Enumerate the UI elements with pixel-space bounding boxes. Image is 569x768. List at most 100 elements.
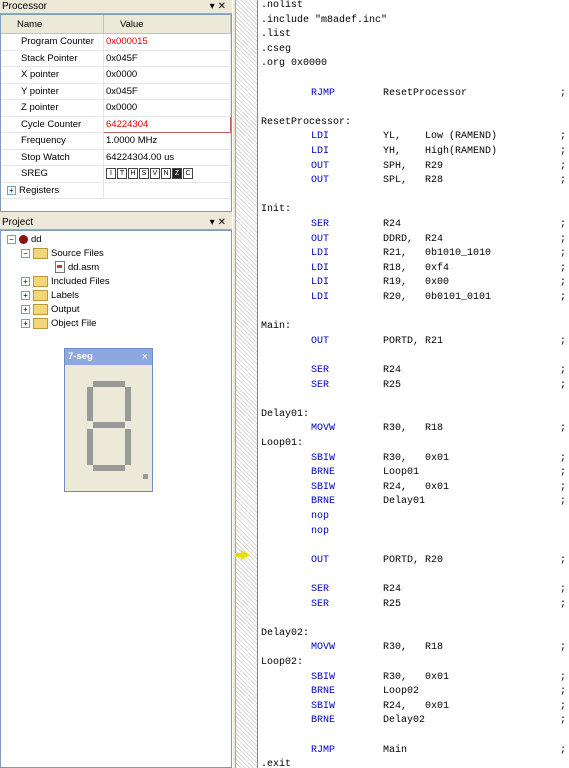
- processor-row[interactable]: Stack Pointer 0x045F: [1, 50, 231, 67]
- processor-row[interactable]: + Registers: [1, 182, 231, 199]
- code-line[interactable]: OUT PORTD, R21;: [261, 335, 566, 349]
- code-line[interactable]: LDI R21, 0b1010_1010;: [261, 247, 566, 261]
- code-line-label[interactable]: Main:: [261, 320, 291, 334]
- processor-row-value[interactable]: 0x0000: [103, 99, 231, 117]
- code-line[interactable]: BRNE Loop01;: [261, 466, 566, 480]
- tree-item-output[interactable]: + Output: [21, 303, 80, 317]
- code-line-label[interactable]: ResetProcessor:: [261, 116, 351, 130]
- code-line[interactable]: BRNE Delay02;: [261, 714, 566, 728]
- code-line[interactable]: nop: [261, 510, 566, 524]
- tree-item-file[interactable]: dd.asm: [55, 261, 99, 275]
- expand-icon[interactable]: +: [21, 276, 30, 286]
- code-line-label[interactable]: .nolist: [261, 0, 303, 13]
- code-line[interactable]: OUT DDRD, R24;: [261, 233, 566, 247]
- processor-row[interactable]: X pointer 0x0000: [1, 66, 231, 84]
- tree-item-included-files[interactable]: + Included Files: [21, 275, 110, 289]
- code-comment-marker: ;: [560, 365, 567, 376]
- expand-icon[interactable]: +: [7, 185, 16, 195]
- processor-row-value[interactable]: 0x0000: [103, 66, 231, 84]
- code-line[interactable]: OUT SPL, R28;: [261, 174, 566, 188]
- code-line-label[interactable]: .list: [261, 28, 291, 42]
- processor-row-name: Program Counter: [1, 33, 104, 51]
- code-line-label[interactable]: .cseg: [261, 43, 291, 57]
- code-line[interactable]: SER R24;: [261, 218, 566, 232]
- sreg-flag[interactable]: T: [117, 168, 127, 180]
- sreg-flags[interactable]: ITHSVNZC: [103, 165, 231, 183]
- code-line[interactable]: nop: [261, 525, 566, 539]
- processor-row[interactable]: Stop Watch 64224304.00 us: [1, 149, 231, 166]
- processor-row[interactable]: Frequency 1.0000 MHz: [1, 132, 231, 150]
- code-line[interactable]: LDI R19, 0x00;: [261, 276, 566, 290]
- sreg-flag[interactable]: V: [150, 168, 160, 180]
- tree-item-labels[interactable]: + Labels: [21, 289, 79, 303]
- tree-label-labels: Labels: [51, 290, 79, 301]
- processor-row-value[interactable]: 64224304.00 us: [103, 149, 231, 166]
- seven-segment-titlebar[interactable]: 7-seg ×: [65, 349, 152, 365]
- column-header-value[interactable]: Value: [103, 15, 231, 34]
- processor-row[interactable]: Program Counter 0x000015: [1, 33, 231, 51]
- sreg-flag[interactable]: S: [139, 168, 149, 180]
- chevron-down-icon[interactable]: ▾: [210, 217, 218, 228]
- processor-row[interactable]: Z pointer 0x0000: [1, 99, 231, 117]
- expand-icon[interactable]: +: [21, 318, 30, 328]
- processor-row[interactable]: Y pointer 0x045F: [1, 83, 231, 100]
- sreg-flag[interactable]: I: [106, 168, 116, 180]
- expand-icon[interactable]: +: [21, 290, 30, 300]
- processor-row-value[interactable]: 64224304: [103, 115, 231, 133]
- code-line[interactable]: SER R25;: [261, 379, 566, 393]
- code-line-label[interactable]: Delay01:: [261, 408, 309, 422]
- code-line-label[interactable]: .org 0x0000: [261, 57, 327, 71]
- chevron-down-icon[interactable]: ▾: [210, 1, 218, 12]
- expand-icon[interactable]: +: [21, 304, 30, 314]
- processor-row[interactable]: SREG I T H S V N Z C: [1, 165, 231, 183]
- code-line[interactable]: LDI YL, Low (RAMEND);: [261, 130, 566, 144]
- tree-item-source-files[interactable]: − Source Files: [21, 247, 104, 261]
- code-line[interactable]: SBIW R30, 0x01;: [261, 452, 566, 466]
- code-line[interactable]: LDI R20, 0b0101_0101;: [261, 291, 566, 305]
- code-line[interactable]: MOVW R30, R18;: [261, 422, 566, 436]
- sreg-flag[interactable]: N: [161, 168, 171, 180]
- code-line[interactable]: BRNE Loop02;: [261, 685, 566, 699]
- code-comment-marker: ;: [560, 277, 567, 289]
- close-icon[interactable]: ✕: [218, 1, 229, 12]
- sreg-flag[interactable]: Z: [172, 168, 182, 180]
- code-line[interactable]: SER R25;: [261, 598, 566, 612]
- code-line[interactable]: RJMP Main;: [261, 744, 566, 758]
- code-line-label[interactable]: Init:: [261, 203, 291, 217]
- code-line[interactable]: SER R24;: [261, 364, 566, 378]
- editor-gutter[interactable]: [236, 0, 258, 768]
- code-line-label[interactable]: Loop01:: [261, 437, 303, 451]
- code-line[interactable]: OUT SPH, R29;: [261, 160, 566, 174]
- processor-row-value[interactable]: 1.0000 MHz: [103, 132, 231, 150]
- code-line[interactable]: SER R24;: [261, 583, 566, 597]
- processor-row-value[interactable]: 0x045F: [103, 50, 231, 67]
- sreg-flag[interactable]: H: [128, 168, 138, 180]
- code-line[interactable]: SBIW R24, 0x01;: [261, 481, 566, 495]
- code-line[interactable]: BRNE Delay01;: [261, 495, 566, 509]
- code-line[interactable]: OUT PORTD, R20;: [261, 554, 566, 568]
- code-editor[interactable]: .nolist .include "m8adef.inc" .list .cseg .o…: [258, 0, 569, 768]
- collapse-icon[interactable]: −: [7, 234, 16, 244]
- processor-row[interactable]: Cycle Counter 64224304: [1, 115, 231, 133]
- code-line[interactable]: LDI R18, 0xf4;: [261, 262, 566, 276]
- processor-row-value[interactable]: [103, 182, 231, 199]
- processor-row-value[interactable]: 0x000015: [103, 33, 231, 51]
- tree-item-object-file[interactable]: + Object File: [21, 317, 96, 331]
- column-header-name[interactable]: Name: [1, 15, 104, 34]
- code-line[interactable]: LDI YH, High(RAMEND);: [261, 145, 566, 159]
- code-line[interactable]: MOVW R30, R18;: [261, 641, 566, 655]
- code-line-label[interactable]: Loop02:: [261, 656, 303, 670]
- close-icon[interactable]: ×: [142, 349, 148, 365]
- collapse-icon[interactable]: −: [21, 248, 30, 258]
- code-line[interactable]: SBIW R24, 0x01;: [261, 700, 566, 714]
- code-line[interactable]: RJMP ResetProcessor;: [261, 87, 566, 101]
- code-line[interactable]: SBIW R30, 0x01;: [261, 671, 566, 685]
- code-line-label[interactable]: .exit: [261, 758, 291, 768]
- code-line-label[interactable]: .include "m8adef.inc": [261, 14, 387, 28]
- code-line-label[interactable]: Delay02:: [261, 627, 309, 641]
- close-icon[interactable]: ✕: [218, 217, 229, 228]
- sreg-flag[interactable]: C: [183, 168, 193, 180]
- seven-segment-window[interactable]: 7-seg ×: [64, 348, 153, 492]
- processor-row-value[interactable]: 0x045F: [103, 83, 231, 100]
- tree-item-root[interactable]: − dd: [7, 233, 42, 247]
